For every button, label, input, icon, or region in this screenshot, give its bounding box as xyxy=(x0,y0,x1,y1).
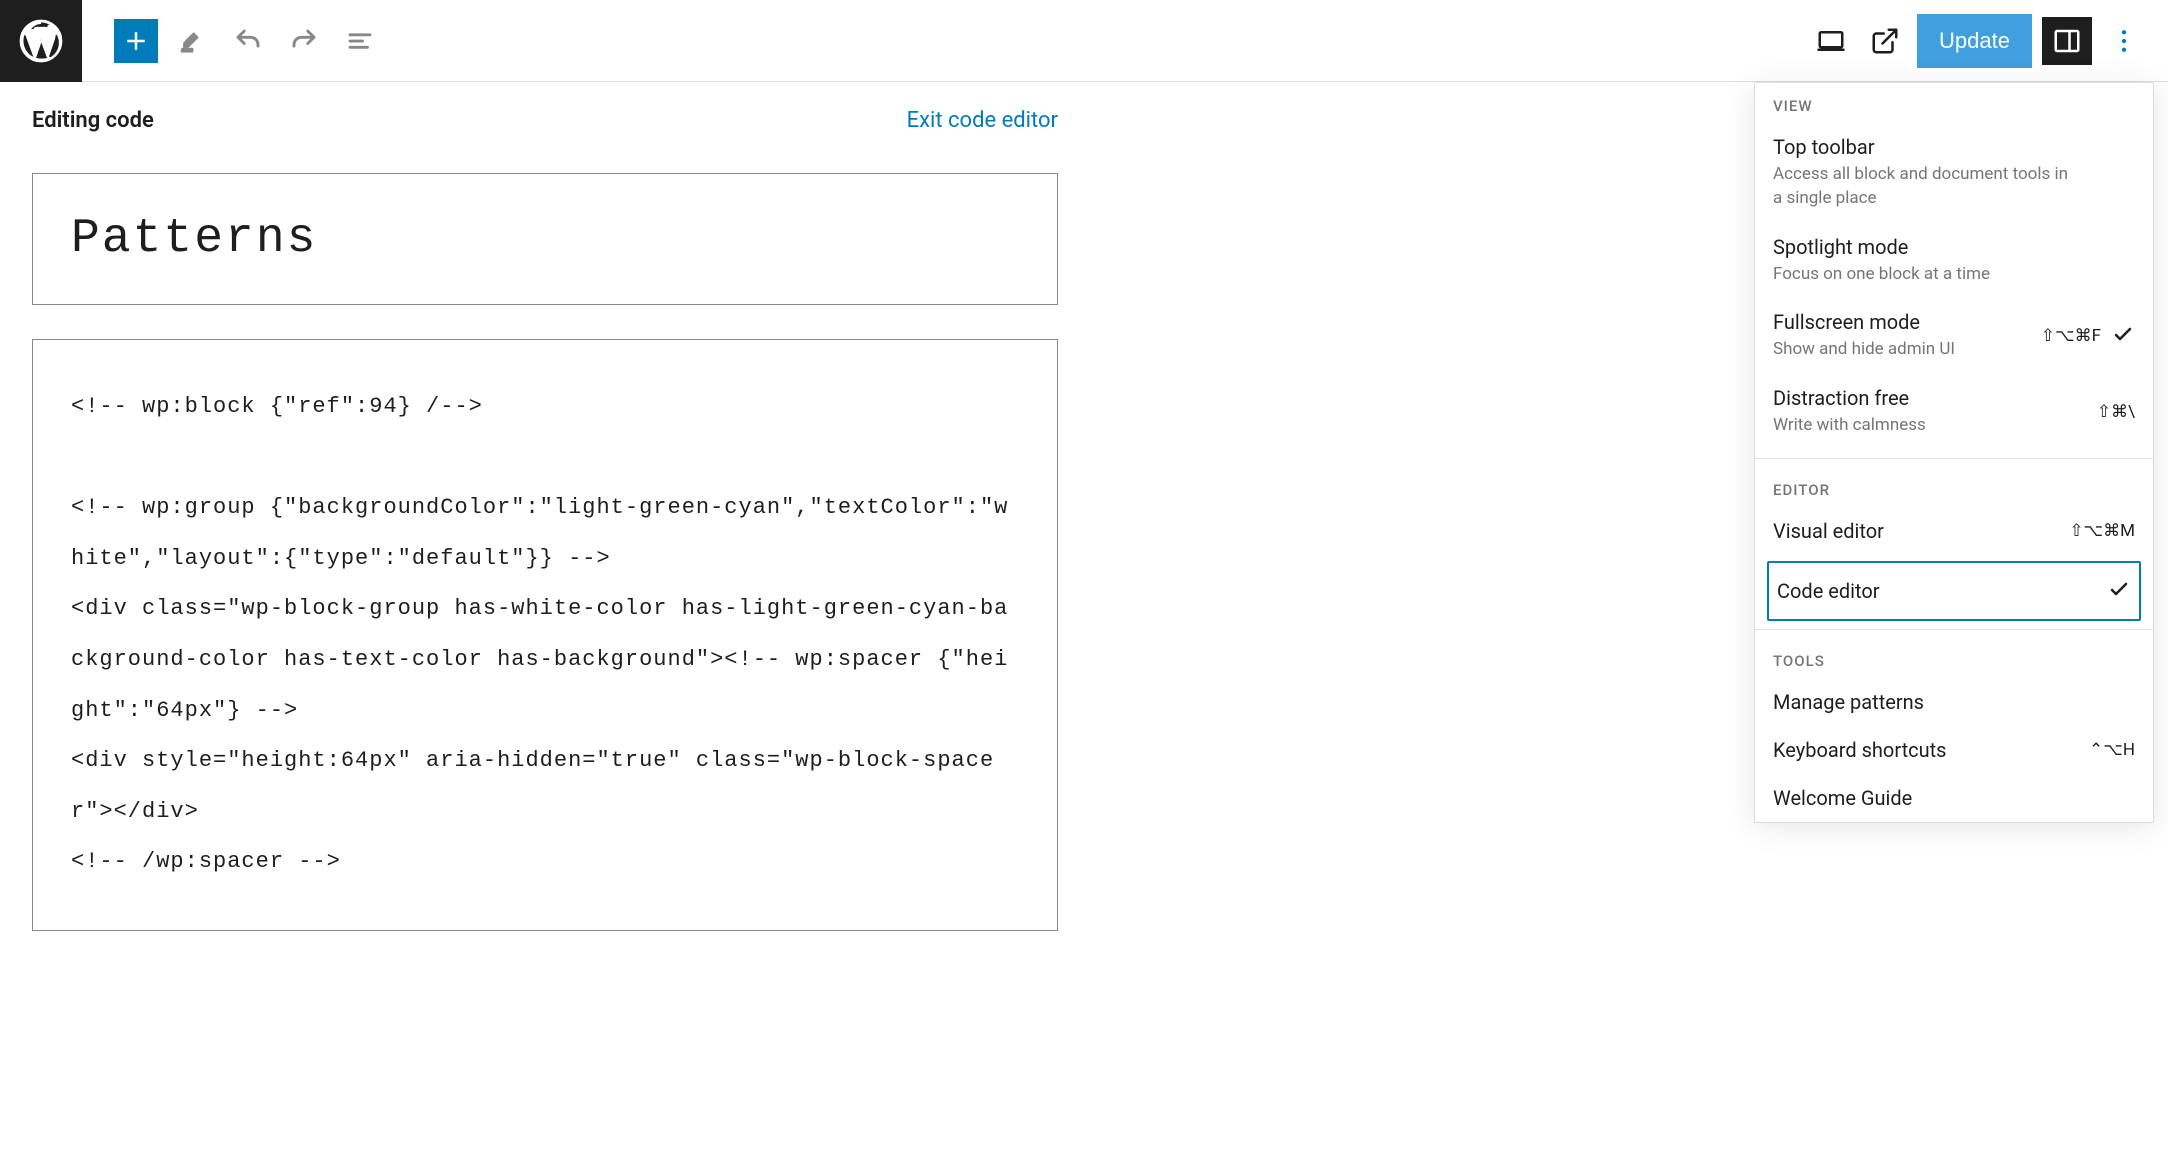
panel-divider xyxy=(1755,458,2153,459)
check-icon xyxy=(2111,322,2135,350)
add-block-button[interactable] xyxy=(114,19,158,63)
panel-divider xyxy=(1755,629,2153,630)
option-spotlight-mode[interactable]: Spotlight mode Focus on one block at a t… xyxy=(1755,223,2153,299)
code-editor-textarea[interactable]: <!-- wp:block {"ref":94} /--> <!-- wp:gr… xyxy=(32,339,1058,931)
option-top-toolbar-desc: Access all block and document tools in a… xyxy=(1773,163,2073,211)
option-distraction-shortcut: ⇧⌘\ xyxy=(2097,402,2135,422)
edit-tools-button[interactable] xyxy=(170,19,214,63)
undo-button[interactable] xyxy=(226,19,270,63)
option-top-toolbar-title: Top toolbar xyxy=(1773,135,2135,159)
option-manage-patterns-title: Manage patterns xyxy=(1773,690,2135,714)
option-welcome-guide[interactable]: Welcome Guide xyxy=(1755,774,2153,822)
option-keyboard-shortcuts[interactable]: Keyboard shortcuts ⌃⌥H xyxy=(1755,726,2153,774)
external-link-button[interactable] xyxy=(1863,19,1907,63)
options-dropdown-panel: VIEW Top toolbar Access all block and do… xyxy=(1754,82,2154,823)
option-keyboard-shortcuts-shortcut: ⌃⌥H xyxy=(2089,740,2135,760)
check-icon xyxy=(2107,577,2131,605)
toolbar-right: Update xyxy=(1809,14,2168,68)
update-button[interactable]: Update xyxy=(1917,14,2032,68)
code-content: <!-- wp:block {"ref":94} /--> <!-- wp:gr… xyxy=(71,382,1019,888)
option-fullscreen-title: Fullscreen mode xyxy=(1773,310,1955,334)
option-fullscreen-shortcut: ⇧⌥⌘F xyxy=(2041,326,2101,346)
post-title-text: Patterns xyxy=(71,212,1019,266)
section-tools-label: TOOLS xyxy=(1755,638,2153,678)
settings-sidebar-button[interactable] xyxy=(2042,17,2092,65)
wordpress-logo[interactable] xyxy=(0,0,82,82)
option-code-editor-title: Code editor xyxy=(1777,579,1880,603)
option-manage-patterns[interactable]: Manage patterns xyxy=(1755,678,2153,726)
option-visual-editor-title: Visual editor xyxy=(1773,519,1884,543)
editing-code-label: Editing code xyxy=(32,108,154,133)
option-top-toolbar[interactable]: Top toolbar Access all block and documen… xyxy=(1755,123,2153,223)
toolbar-left xyxy=(82,19,382,63)
section-editor-label: EDITOR xyxy=(1755,467,2153,507)
option-spotlight-desc: Focus on one block at a time xyxy=(1773,263,2073,287)
view-button[interactable] xyxy=(1809,19,1853,63)
top-toolbar: Update xyxy=(0,0,2168,82)
option-visual-editor[interactable]: Visual editor ⇧⌥⌘M xyxy=(1755,507,2153,555)
section-view-label: VIEW xyxy=(1755,83,2153,123)
option-distraction-free[interactable]: Distraction free Write with calmness ⇧⌘\ xyxy=(1755,374,2153,450)
option-code-editor[interactable]: Code editor xyxy=(1767,561,2141,621)
option-keyboard-shortcuts-title: Keyboard shortcuts xyxy=(1773,738,1947,762)
options-button[interactable] xyxy=(2102,19,2146,63)
option-spotlight-title: Spotlight mode xyxy=(1773,235,2135,259)
option-fullscreen-desc: Show and hide admin UI xyxy=(1773,338,1955,362)
document-overview-button[interactable] xyxy=(338,19,382,63)
editor-content: Editing code Exit code editor Patterns <… xyxy=(0,82,1090,957)
option-distraction-title: Distraction free xyxy=(1773,386,1926,410)
option-fullscreen-mode[interactable]: Fullscreen mode Show and hide admin UI ⇧… xyxy=(1755,298,2153,374)
code-editor-header: Editing code Exit code editor xyxy=(32,108,1058,133)
post-title-field[interactable]: Patterns xyxy=(32,173,1058,305)
option-distraction-desc: Write with calmness xyxy=(1773,414,1926,438)
redo-button[interactable] xyxy=(282,19,326,63)
option-visual-editor-shortcut: ⇧⌥⌘M xyxy=(2069,521,2135,541)
exit-code-editor-link[interactable]: Exit code editor xyxy=(907,108,1058,133)
option-welcome-guide-title: Welcome Guide xyxy=(1773,786,2135,810)
